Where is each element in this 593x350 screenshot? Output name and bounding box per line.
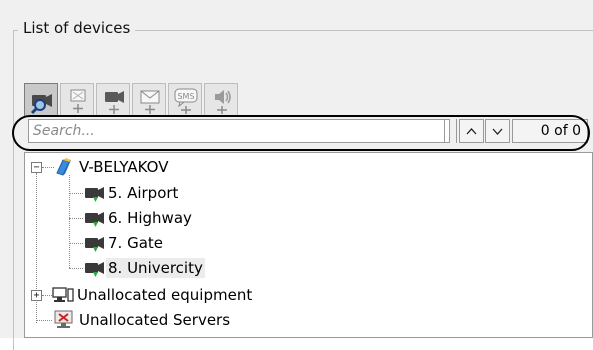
tree-connector [69, 218, 83, 219]
network-equipment-icon [52, 287, 74, 302]
tree-node-camera-selected[interactable]: 8. Univercity [106, 258, 205, 278]
add-sms-icon: SMS [174, 88, 198, 114]
server-icon [56, 158, 71, 176]
search-highlight-outline [12, 115, 590, 151]
tree-node-unallocated-servers[interactable]: Unallocated Servers [77, 310, 232, 330]
camera-icon [85, 262, 104, 277]
device-tree[interactable]: − V-BELYAKOV 5. Airport 6. Highway 7. Ga… [24, 152, 593, 338]
tree-node-server[interactable]: V-BELYAKOV [77, 157, 170, 177]
add-speaker-icon [215, 90, 231, 114]
expand-toggle[interactable]: + [31, 290, 42, 301]
camera-icon [85, 187, 104, 202]
collapse-toggle[interactable]: − [31, 162, 42, 173]
add-ip-device-button[interactable] [60, 83, 94, 117]
camera-search-icon [30, 94, 52, 115]
add-camera-icon [105, 91, 124, 114]
add-camera-button[interactable] [96, 83, 130, 117]
tree-connector [69, 193, 83, 194]
find-camera-button[interactable] [24, 83, 58, 117]
add-email-icon [140, 90, 160, 114]
camera-icon [85, 212, 104, 227]
svg-text:SMS: SMS [177, 92, 194, 101]
tree-connector [69, 268, 83, 269]
tree-node-camera[interactable]: 6. Highway [106, 208, 194, 228]
tree-connector [36, 320, 52, 321]
add-sms-button[interactable]: SMS [168, 83, 202, 117]
camera-icon [85, 237, 104, 252]
tree-connector [69, 175, 70, 268]
tree-node-unallocated-equipment[interactable]: Unallocated equipment [75, 285, 254, 305]
server-error-icon [54, 310, 73, 328]
tree-node-camera[interactable]: 7. Gate [106, 233, 165, 253]
add-email-button[interactable] [132, 83, 166, 117]
add-ip-device-icon [70, 89, 86, 113]
tree-node-camera[interactable]: 5. Airport [106, 183, 180, 203]
panel-title: List of devices [18, 18, 136, 38]
add-speaker-button[interactable] [204, 83, 238, 117]
tree-connector [69, 243, 83, 244]
